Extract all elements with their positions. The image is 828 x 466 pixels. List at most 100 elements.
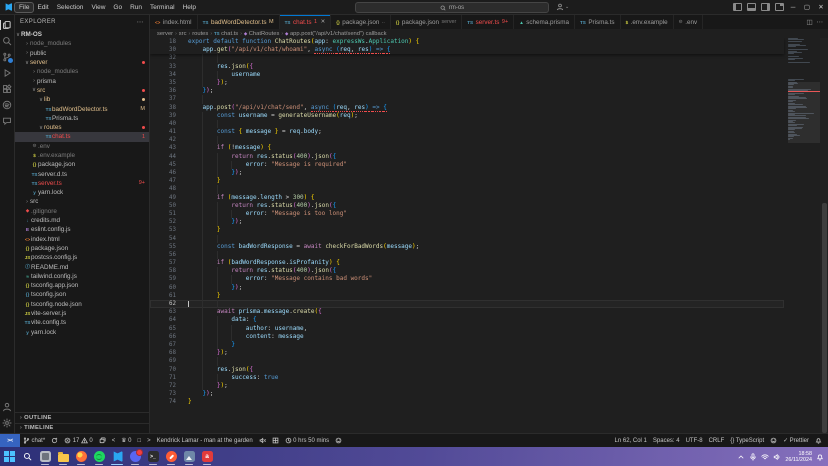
tree-folder-node_modules[interactable]: ›node_modules	[15, 39, 149, 48]
code-line-49[interactable]: 49 if (message.length > 300) {	[150, 194, 784, 202]
chat-icon[interactable]	[2, 116, 12, 126]
menu-view[interactable]: View	[87, 3, 109, 12]
breadcrumb-item[interactable]: server	[157, 31, 173, 37]
code-line-60[interactable]: 60 });	[150, 284, 784, 292]
extensions-icon[interactable]	[2, 84, 12, 94]
stop-track[interactable]: □	[134, 434, 144, 447]
code-line-64[interactable]: 64 data: {	[150, 316, 784, 324]
tree-file-eslint.config.js[interactable]: Eeslint.config.js	[15, 225, 149, 234]
taskbar-vscode[interactable]	[109, 448, 125, 465]
code-line-69[interactable]: 69	[150, 357, 784, 365]
minimize-button[interactable]: ─	[786, 0, 800, 14]
language-mode[interactable]: {}TypeScript	[727, 434, 767, 447]
code-line-40[interactable]: 40	[150, 120, 784, 128]
tree-file-Prisma.ts[interactable]: TSPrisma.ts	[15, 114, 149, 123]
tree-file-tsconfig.json[interactable]: {}tsconfig.json	[15, 290, 149, 299]
code-line-67[interactable]: 67 }	[150, 341, 784, 349]
tree-file-badWordDetector.ts[interactable]: TSbadWordDetector.tsM	[15, 104, 149, 113]
tree-folder-lib[interactable]: ∨lib	[15, 95, 149, 104]
explorer-actions-icon[interactable]: ⋯	[137, 18, 144, 26]
tree-file-.gitignore[interactable]: ◆.gitignore	[15, 207, 149, 216]
code-line-32[interactable]: 32	[150, 54, 784, 62]
code-line-41[interactable]: 41 const { message } = req.body;	[150, 128, 784, 136]
taskbar-red-app[interactable]: a	[199, 448, 215, 465]
feedback-icon[interactable]	[767, 434, 780, 447]
toggle-panel-icon[interactable]	[747, 3, 756, 11]
tree-file-yarn.lock[interactable]: yyarn.lock	[15, 328, 149, 337]
code-editor[interactable]: 18export default function ChatRoutes(app…	[150, 38, 828, 433]
code-line-50[interactable]: 50 return res.status(400).json({	[150, 202, 784, 210]
more-actions-icon[interactable]: ⋯	[817, 18, 824, 26]
code-line-71[interactable]: 71 success: true	[150, 374, 784, 382]
tab-package.json[interactable]: {}package.json..	[331, 15, 391, 29]
tab-index.html[interactable]: <>index.html	[150, 15, 198, 29]
spotify-icon[interactable]	[2, 100, 12, 110]
formatter[interactable]: ✓Prettier	[780, 434, 812, 447]
source-control-icon[interactable]	[2, 52, 12, 62]
git-branch[interactable]: chat*	[20, 434, 48, 447]
taskbar-spotify[interactable]	[91, 448, 107, 465]
mic-icon[interactable]	[749, 448, 757, 466]
crown-count[interactable]: ♛0	[118, 434, 134, 447]
search-icon[interactable]	[2, 36, 12, 46]
code-line-45[interactable]: 45 error: "Message is required"	[150, 161, 784, 169]
code-line-58[interactable]: 58 return res.status(400).json({	[150, 267, 784, 275]
code-line-61[interactable]: 61 }	[150, 292, 784, 300]
tree-file-.env.example[interactable]: $.env.example	[15, 151, 149, 160]
tree-folder-src[interactable]: ∨src	[15, 86, 149, 95]
menu-go[interactable]: Go	[109, 3, 126, 12]
taskbar-file-explorer[interactable]	[55, 448, 71, 465]
tree-folder-prisma[interactable]: ›prisma	[15, 76, 149, 85]
taskbar-firefox[interactable]	[73, 448, 89, 465]
code-line-51[interactable]: 51 error: "Message is too long"	[150, 210, 784, 218]
tab-schema.prisma[interactable]: ▲schema.prisma	[514, 15, 575, 29]
cursor-position[interactable]: Ln 62, Col 1	[612, 434, 650, 447]
breadcrumb-item[interactable]: src	[179, 31, 187, 37]
breadcrumb-item[interactable]: ◆app.post("/api/v1/chat/send") callback	[285, 31, 387, 37]
tab-package.json[interactable]: {}package.jsonserver	[391, 15, 462, 29]
explorer-icon[interactable]	[2, 20, 12, 30]
code-line-66[interactable]: 66 content: message	[150, 333, 784, 341]
tree-root[interactable]: ∨RM-OS	[15, 30, 149, 39]
tree-file-vite-server.js[interactable]: JSvite-server.js	[15, 309, 149, 318]
run-debug-icon[interactable]	[2, 68, 12, 78]
notifications-bell[interactable]	[812, 434, 825, 447]
code-line-54[interactable]: 54	[150, 235, 784, 243]
grid-icon[interactable]	[269, 434, 282, 447]
breadcrumb-item[interactable]: TSchat.ts	[214, 31, 238, 37]
tab-server.ts[interactable]: TSserver.ts9+	[462, 15, 514, 29]
code-line-39[interactable]: 39 const username = generateUsername(req…	[150, 112, 784, 120]
code-line-53[interactable]: 53 }	[150, 226, 784, 234]
tree-file-package.json[interactable]: {}package.json	[15, 160, 149, 169]
tree-file-server.d.ts[interactable]: TSserver.d.ts	[15, 169, 149, 178]
menu-file[interactable]: File	[15, 3, 33, 12]
code-line-34[interactable]: 34 username	[150, 71, 784, 79]
tree-file-credits.md[interactable]: ↓credits.md	[15, 216, 149, 225]
tree-file-yarn.lock[interactable]: yyarn.lock	[15, 188, 149, 197]
code-line-55[interactable]: 55 const badWordResponse = await checkFo…	[150, 243, 784, 251]
code-line-68[interactable]: 68 });	[150, 349, 784, 357]
restore-button[interactable]: ▢	[800, 0, 814, 14]
tree-file-chat.ts[interactable]: TSchat.ts1	[15, 132, 149, 141]
code-line-46[interactable]: 46 });	[150, 169, 784, 177]
customize-layout-icon[interactable]	[775, 3, 784, 11]
layers-icon[interactable]	[96, 434, 109, 447]
split-editor-icon[interactable]: ◫	[806, 18, 812, 26]
settings-gear-icon[interactable]	[2, 418, 12, 428]
time-tracker[interactable]: 0 hrs 50 mins	[282, 434, 333, 447]
code-line-72[interactable]: 72 });	[150, 382, 784, 390]
toggle-sidebar-icon[interactable]	[733, 3, 742, 11]
code-line-43[interactable]: 43 if (!message) {	[150, 144, 784, 152]
code-line-42[interactable]: 42	[150, 136, 784, 144]
tab-Prisma.ts[interactable]: TSPrisma.ts	[575, 15, 621, 29]
code-line-37[interactable]: 37	[150, 95, 784, 103]
code-line-18[interactable]: 18export default function ChatRoutes(app…	[150, 38, 784, 46]
tree-file-tailwind.config.js[interactable]: ≈tailwind.config.js	[15, 272, 149, 281]
breadcrumb-item[interactable]: ◆ChatRoutes	[244, 31, 280, 37]
code-line-48[interactable]: 48	[150, 185, 784, 193]
code-line-38[interactable]: 38 app.post("/api/v1/chat/send", async (…	[150, 104, 784, 112]
close-button[interactable]: ✕	[814, 0, 828, 14]
tree-file-postcss.config.js[interactable]: JSpostcss.config.js	[15, 253, 149, 262]
tree-folder-server[interactable]: ∨server	[15, 58, 149, 67]
tab-badWordDetector.ts[interactable]: TSbadWordDetector.tsM	[198, 15, 280, 29]
